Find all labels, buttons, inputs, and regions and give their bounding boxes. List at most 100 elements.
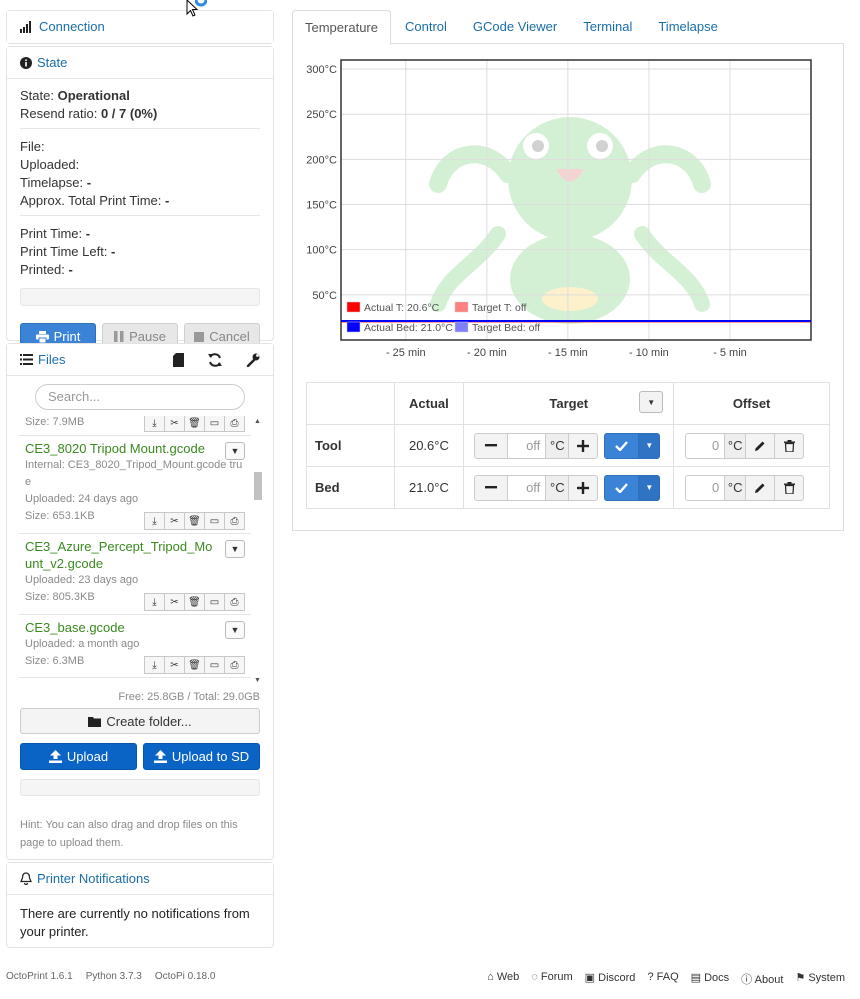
temperature-table: Actual Target ▼ Offset Tool 20.6°C off °… xyxy=(306,382,830,509)
tool-actual: 20.6°C xyxy=(393,424,465,467)
notifications-panel: Printer Notifications There are currentl… xyxy=(6,862,274,948)
upload-button[interactable]: Upload xyxy=(20,743,137,770)
state-header[interactable]: State xyxy=(7,47,273,79)
notifications-header[interactable]: Printer Notifications xyxy=(7,863,273,895)
upload-sd-button[interactable]: Upload to SD xyxy=(143,743,260,770)
scroll-down-icon[interactable]: ▼ xyxy=(254,677,261,684)
print-time-left-label: Print Time Left: xyxy=(20,244,108,259)
tab-control[interactable]: Control xyxy=(393,10,459,44)
print-file-icon[interactable]: ⎙ xyxy=(224,593,245,611)
cut-icon[interactable]: ✂ xyxy=(164,512,185,530)
bed-offset-edit-button[interactable] xyxy=(745,474,776,501)
chevron-down-icon[interactable]: ▼ xyxy=(225,621,245,639)
footer-link-about[interactable]: ⓘ About xyxy=(741,971,783,987)
scroll-up-icon[interactable]: ▲ xyxy=(254,418,261,425)
target-presets-dropdown[interactable]: ▼ xyxy=(639,391,664,413)
octoprint-logo-watermark xyxy=(429,117,711,324)
file-name[interactable]: CE3_Azure_Percept_Tripod_Mount_v2.gcode xyxy=(25,538,245,572)
footer-link-docs[interactable]: ▤ Docs xyxy=(691,971,730,987)
check-icon xyxy=(615,482,629,493)
cancel-button-label: Cancel xyxy=(209,329,250,344)
folder-open-icon[interactable]: ▭ xyxy=(204,656,225,674)
tool-target-input[interactable]: off xyxy=(507,432,547,459)
x-tick-label: - 15 min xyxy=(548,347,588,359)
chevron-down-icon[interactable]: ▼ xyxy=(225,442,245,460)
cut-icon[interactable]: ✂ xyxy=(164,416,185,432)
files-search-input[interactable]: Search... xyxy=(35,384,245,410)
bed-target-increase-button[interactable] xyxy=(568,474,599,501)
trash-icon[interactable]: 🗑 xyxy=(184,656,205,674)
print-file-icon[interactable]: ⎙ xyxy=(224,416,245,432)
y-axis-ticks: 50°C 100°C 150°C 200°C 250°C 300°C xyxy=(306,64,337,302)
state-label: State: xyxy=(20,88,54,103)
footer-link-faq[interactable]: ? FAQ xyxy=(647,971,678,987)
wrench-icon[interactable] xyxy=(246,353,260,367)
bed-target-options-dropdown[interactable]: ▼ xyxy=(638,474,661,501)
minus-icon xyxy=(485,486,498,489)
bed-offset-input[interactable]: 0 xyxy=(685,474,726,501)
loading-indicator-icon xyxy=(195,0,207,7)
bed-row-label: Bed xyxy=(306,466,395,509)
trash-icon[interactable]: 🗑 xyxy=(184,512,205,530)
connection-title: Connection xyxy=(39,19,105,34)
tool-target-set-button[interactable] xyxy=(604,432,640,459)
x-tick-label: - 10 min xyxy=(629,347,669,359)
tab-terminal[interactable]: Terminal xyxy=(571,10,644,44)
download-icon[interactable]: ⤓ xyxy=(144,593,165,611)
connection-header[interactable]: Connection xyxy=(7,11,273,43)
tool-offset-edit-button[interactable] xyxy=(745,432,776,459)
tool-target-increase-button[interactable] xyxy=(568,432,599,459)
tool-offset-reset-button[interactable] xyxy=(774,432,805,459)
folder-open-icon[interactable]: ▭ xyxy=(204,593,225,611)
tab-gcode-viewer[interactable]: GCode Viewer xyxy=(461,10,569,44)
plus-icon xyxy=(577,439,590,452)
file-label: File: xyxy=(20,139,45,154)
file-item[interactable]: CE3_8020 Tripod Mount.gcode Internal: CE… xyxy=(19,436,251,534)
bed-target-input[interactable]: off xyxy=(507,474,547,501)
bed-target-set-button[interactable] xyxy=(604,474,640,501)
print-file-icon[interactable]: ⎙ xyxy=(224,512,245,530)
footer-link-discord[interactable]: ▣ Discord xyxy=(585,971,636,987)
y-tick-label: 150°C xyxy=(306,200,337,212)
download-icon[interactable]: ⤓ xyxy=(144,416,165,432)
trash-icon[interactable]: 🗑 xyxy=(184,416,205,432)
trash-icon[interactable]: 🗑 xyxy=(184,593,205,611)
download-icon[interactable]: ⤓ xyxy=(144,656,165,674)
tab-timelapse[interactable]: Timelapse xyxy=(646,10,729,44)
folder-open-icon[interactable]: ▭ xyxy=(204,416,225,432)
y-tick-label: 100°C xyxy=(306,245,337,257)
tool-target-decrease-button[interactable] xyxy=(474,432,509,459)
file-name[interactable]: CE3_8020 Tripod Mount.gcode xyxy=(25,440,245,457)
list-icon xyxy=(20,354,33,365)
print-file-icon[interactable]: ⎙ xyxy=(224,656,245,674)
file-list-scrollbar[interactable]: ▲ ▼ xyxy=(253,416,263,684)
cut-icon[interactable]: ✂ xyxy=(164,656,185,674)
print-time-value: - xyxy=(85,226,91,241)
refresh-icon[interactable] xyxy=(208,352,222,367)
tool-target-unit: °C xyxy=(545,432,570,459)
comment-icon: ◌ xyxy=(531,971,538,983)
scrollbar-thumb[interactable] xyxy=(254,472,262,500)
file-item[interactable]: CE3_base.gcode Uploaded: a month ago Siz… xyxy=(19,615,251,678)
x-tick-label: - 5 min xyxy=(713,347,747,359)
tool-target-options-dropdown[interactable]: ▼ xyxy=(638,432,661,459)
sd-card-icon[interactable] xyxy=(173,352,184,367)
tab-temperature[interactable]: Temperature xyxy=(292,10,391,45)
bed-offset-reset-button[interactable] xyxy=(774,474,805,501)
file-internal: Internal: CE3_8020_Tripod_Mount.gcode tr… xyxy=(25,459,243,488)
file-item[interactable]: Size: 7.9MB ⤓ ✂ 🗑 ▭ ⎙ xyxy=(19,416,251,436)
bed-target-decrease-button[interactable] xyxy=(474,474,509,501)
folder-open-icon[interactable]: ▭ xyxy=(204,512,225,530)
file-item[interactable]: CE3_Azure_Percept_Tripod_Mount_v2.gcode … xyxy=(19,534,251,615)
tool-offset-input[interactable]: 0 xyxy=(685,432,726,459)
download-icon[interactable]: ⤓ xyxy=(144,512,165,530)
minus-icon xyxy=(485,444,498,447)
folder-icon xyxy=(88,716,102,727)
create-folder-button[interactable]: Create folder... xyxy=(20,708,260,734)
cut-icon[interactable]: ✂ xyxy=(164,593,185,611)
footer-link-system[interactable]: ⚑ System xyxy=(795,971,845,987)
footer-link-web[interactable]: ⌂ Web xyxy=(487,971,519,987)
footer-link-forum[interactable]: ◌ Forum xyxy=(531,971,572,987)
chevron-down-icon[interactable]: ▼ xyxy=(225,540,245,558)
file-name[interactable]: CE3_base.gcode xyxy=(25,619,245,636)
